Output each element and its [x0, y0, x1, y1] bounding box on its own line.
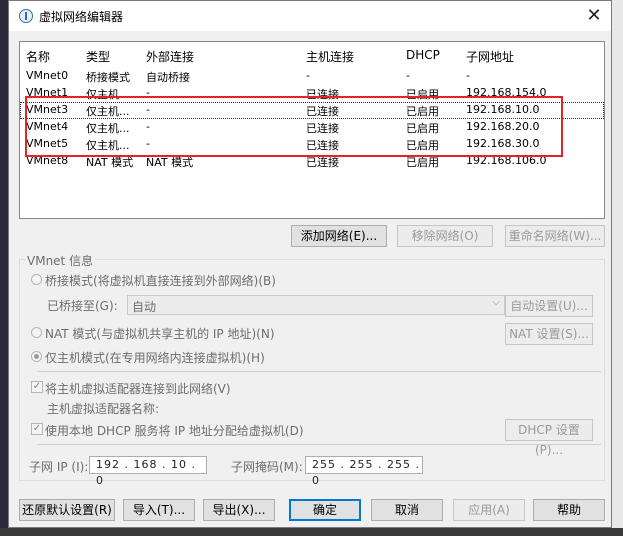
cell-type: 仅主机... [86, 139, 130, 152]
background-left [0, 0, 8, 536]
cell-type: 仅主机... [86, 105, 130, 118]
column-header-host[interactable]: 主机连接 [306, 48, 354, 65]
nat-mode-radio[interactable] [31, 327, 42, 338]
column-header-name[interactable]: 名称 [26, 48, 50, 65]
cell-host: 已连接 [306, 156, 339, 169]
column-header-type[interactable]: 类型 [86, 48, 110, 65]
divider [37, 444, 601, 445]
subnet-mask-label: 子网掩码(M): [231, 460, 303, 474]
cell-dhcp: 已启用 [406, 139, 439, 152]
cell-subnet: 192.168.30.0 [466, 137, 540, 150]
cell-external: - [146, 137, 150, 150]
host-only-mode-label[interactable]: 仅主机模式(在专用网络内连接虚拟机)(H) [45, 349, 265, 366]
cell-host: - [306, 69, 310, 82]
window-title: 虚拟网络编辑器 [39, 10, 124, 24]
cell-type: 桥接模式 [86, 71, 130, 84]
virtual-network-editor-dialog: 虚拟网络编辑器 ✕ 名称 类型 外部连接 主机连接 DHCP 子网地址 VMne… [8, 0, 612, 528]
bridged-to-value: 自动 [132, 300, 157, 314]
table-row[interactable]: VMnet0 桥接模式 自动桥接 - - - [20, 68, 604, 85]
table-row[interactable]: VMnet8 NAT 模式 NAT 模式 已连接 已启用 192.168.106… [20, 153, 604, 170]
cell-host: 已连接 [306, 88, 339, 101]
column-header-external[interactable]: 外部连接 [146, 48, 194, 65]
connect-adapter-checkbox[interactable]: ✓ [31, 381, 43, 393]
cell-name: VMnet4 [26, 120, 69, 133]
cell-subnet: 192.168.20.0 [466, 120, 540, 133]
bridged-to-label: 已桥接至(G): [47, 299, 118, 313]
table-row[interactable]: VMnet3 仅主机... - 已连接 已启用 192.168.10.0 [20, 102, 604, 119]
import-button[interactable]: 导入(T)... [123, 499, 195, 521]
divider [37, 371, 601, 372]
cell-dhcp: 已启用 [406, 122, 439, 135]
network-list[interactable]: 名称 类型 外部连接 主机连接 DHCP 子网地址 VMnet0 桥接模式 自动… [19, 41, 605, 219]
cell-type: NAT 模式 [86, 156, 134, 169]
cell-dhcp: - [406, 69, 410, 82]
cell-external: NAT 模式 [146, 156, 194, 169]
use-dhcp-label[interactable]: 使用本地 DHCP 服务将 IP 地址分配给虚拟机(D) [45, 422, 304, 439]
bridge-mode-label[interactable]: 桥接模式(将虚拟机直接连接到外部网络)(B) [45, 272, 276, 289]
cell-host: 已连接 [306, 122, 339, 135]
adapter-name-label: 主机虚拟适配器名称: [47, 402, 160, 416]
cell-dhcp: 已启用 [406, 105, 439, 118]
subnet-mask-input[interactable]: 255 . 255 . 255 . 0 [305, 456, 423, 487]
cell-type: 仅主机... [86, 88, 130, 101]
cell-external: - [146, 103, 150, 116]
cell-external: 自动桥接 [146, 71, 190, 84]
cell-dhcp: 已启用 [406, 156, 439, 169]
cell-dhcp: 已启用 [406, 88, 439, 101]
cell-host: 已连接 [306, 139, 339, 152]
nat-settings-button[interactable]: NAT 设置(S)... [505, 323, 593, 345]
chevron-down-icon: ⌵ [492, 297, 500, 308]
export-button[interactable]: 导出(X)... [203, 499, 275, 521]
cell-subnet: 192.168.154.0 [466, 86, 547, 99]
cell-name: VMnet0 [26, 69, 69, 82]
cell-host: 已连接 [306, 105, 339, 118]
close-button[interactable]: ✕ [583, 5, 605, 27]
table-row[interactable]: VMnet5 仅主机... - 已连接 已启用 192.168.30.0 [20, 136, 604, 153]
help-button[interactable]: 帮助 [533, 499, 605, 521]
cell-name: VMnet5 [26, 137, 69, 150]
background-bottom [0, 528, 623, 536]
auto-settings-button[interactable]: 自动设置(U)... [505, 295, 593, 317]
cell-type: 仅主机... [86, 122, 130, 135]
connect-adapter-label[interactable]: 将主机虚拟适配器连接到此网络(V) [45, 380, 231, 397]
title-bar: 虚拟网络编辑器 ✕ [9, 1, 611, 31]
use-dhcp-checkbox[interactable]: ✓ [31, 423, 43, 435]
cell-external: - [146, 86, 150, 99]
cell-name: VMnet3 [26, 103, 69, 116]
apply-button[interactable]: 应用(A) [453, 499, 525, 521]
background-right [612, 0, 623, 536]
rename-network-button[interactable]: 重命名网络(W)... [505, 225, 605, 247]
nat-mode-label[interactable]: NAT 模式(与虚拟机共享主机的 IP 地址)(N) [45, 325, 275, 342]
cell-name: VMnet1 [26, 86, 69, 99]
column-header-subnet[interactable]: 子网地址 [466, 48, 514, 65]
remove-network-button[interactable]: 移除网络(O) [397, 225, 493, 247]
restore-defaults-button[interactable]: 还原默认设置(R) [19, 499, 115, 521]
host-only-mode-radio[interactable] [31, 351, 42, 362]
table-row[interactable]: VMnet1 仅主机... - 已连接 已启用 192.168.154.0 [20, 85, 604, 102]
subnet-ip-label: 子网 IP (I): [29, 460, 89, 474]
cell-subnet: - [466, 69, 470, 82]
cell-subnet: 192.168.10.0 [466, 103, 540, 116]
table-row[interactable]: VMnet4 仅主机... - 已连接 已启用 192.168.20.0 [20, 119, 604, 136]
cancel-button[interactable]: 取消 [371, 499, 443, 521]
vmnet-info-group [19, 259, 605, 481]
cell-name: VMnet8 [26, 154, 69, 167]
cell-subnet: 192.168.106.0 [466, 154, 547, 167]
ok-button[interactable]: 确定 [289, 499, 361, 521]
bridged-to-select[interactable]: 自动 ⌵ [127, 295, 505, 315]
column-header-dhcp[interactable]: DHCP [406, 48, 440, 62]
dhcp-settings-button[interactable]: DHCP 设置(P)... [505, 419, 593, 457]
subnet-ip-input[interactable]: 192 . 168 . 10 . 0 [89, 456, 207, 487]
cell-external: - [146, 120, 150, 133]
vmnet-info-label: VMnet 信息 [25, 252, 96, 269]
add-network-button[interactable]: 添加网络(E)... [291, 225, 387, 247]
bridge-mode-radio[interactable] [31, 274, 42, 285]
network-globe-icon [19, 9, 33, 23]
